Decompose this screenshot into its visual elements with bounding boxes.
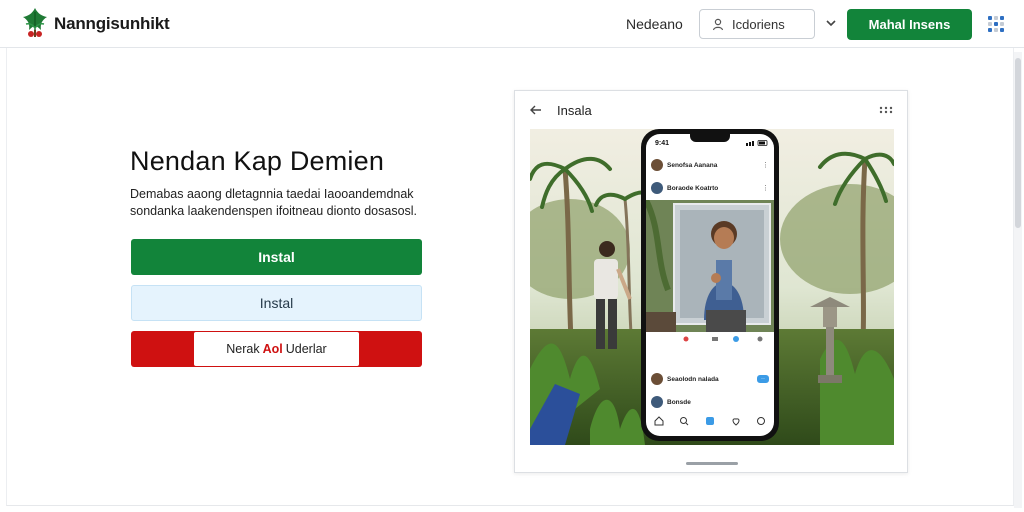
activity-icon[interactable]	[731, 416, 741, 426]
more-options-icon[interactable]	[879, 106, 893, 114]
feed-row-title: Senofsa Aanana	[667, 161, 718, 169]
comment-row[interactable]: Bonsde	[651, 393, 769, 411]
category-select[interactable]: Icdoriens	[699, 9, 815, 39]
home-icon[interactable]	[654, 416, 664, 426]
feed-row[interactable]: Senofsa Aanana ⋮	[651, 156, 769, 174]
install-button[interactable]: Instal	[131, 239, 422, 275]
nav-link[interactable]: Nedeano	[626, 16, 683, 32]
user-icon	[712, 18, 724, 30]
back-arrow-icon[interactable]	[529, 103, 543, 117]
avatar	[651, 373, 663, 385]
install-cta-button[interactable]: Mahal Insens	[847, 9, 972, 40]
scrollbar-thumb[interactable]	[1015, 58, 1021, 228]
danger-button-text-pre: Nerak	[226, 342, 260, 356]
drag-handle[interactable]	[686, 462, 738, 465]
install-secondary-button[interactable]: Instal	[131, 285, 422, 321]
brand-name[interactable]: Nanngisunhikt	[54, 14, 170, 34]
feed-row[interactable]: Boraode Koatrto ⋮	[651, 179, 769, 197]
comment-row[interactable]: Seaolodn nalada ··	[651, 370, 769, 388]
apps-grid-icon[interactable]	[987, 15, 1005, 33]
post-actions	[646, 332, 774, 346]
danger-button-text-highlight: Aol	[262, 342, 283, 356]
post-action-icons[interactable]	[646, 332, 774, 346]
phone-notch	[690, 134, 730, 142]
follow-pill[interactable]: ··	[757, 375, 769, 383]
avatar	[651, 182, 663, 194]
hero-title: Nendan Kap Demien	[130, 146, 385, 176]
top-navigation-bar: Nanngisunhikt Nedeano Icdoriens Mahal In…	[0, 0, 1024, 48]
profile-icon[interactable]	[756, 416, 766, 426]
preview-title: Insala	[557, 103, 592, 118]
comment-row-title: Bonsde	[667, 398, 691, 406]
more-icon[interactable]: ⋮	[762, 161, 769, 169]
leaf-logo-icon[interactable]	[20, 6, 50, 40]
avatar	[651, 396, 663, 408]
comment-row-title: Seaolodn nalada	[667, 375, 719, 383]
status-time: 9:41	[655, 140, 670, 147]
more-icon[interactable]: ⋮	[762, 184, 769, 192]
post-photo-image	[646, 200, 774, 332]
create-icon[interactable]	[705, 416, 715, 426]
category-select-label: Icdoriens	[732, 16, 785, 32]
status-icons	[746, 140, 768, 146]
phone-screen: 9:41 Senofsa Aanana ⋮ Boraode Koatrto ⋮	[646, 134, 774, 436]
search-icon[interactable]	[679, 416, 689, 426]
feed-row-title: Boraode Koatrto	[667, 184, 719, 192]
avatar	[651, 159, 663, 171]
phone-tab-bar	[646, 412, 774, 430]
phone-mockup: 9:41 Senofsa Aanana ⋮ Boraode Koatrto ⋮	[641, 129, 779, 441]
vertical-scrollbar[interactable]	[1014, 52, 1022, 508]
hero-description: Demabas aaong dletagnnia taedai Iaooande…	[130, 187, 418, 218]
chevron-down-icon[interactable]	[824, 16, 838, 30]
danger-button-label: Nerak Aol Uderlar	[194, 332, 359, 366]
danger-button[interactable]: Nerak Aol Uderlar	[131, 331, 422, 367]
danger-button-text-post: Uderlar	[285, 342, 327, 356]
